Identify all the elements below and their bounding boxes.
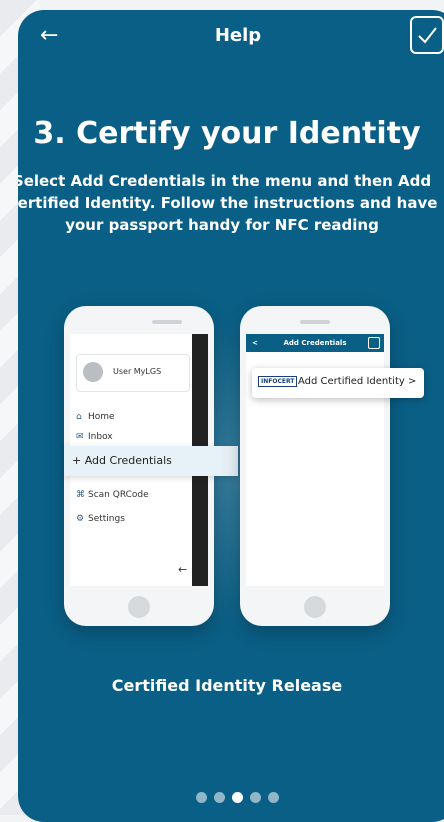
mockup-header: < Add Credentials [246, 334, 384, 352]
plus-icon: + [72, 454, 85, 467]
help-screen: ← Help 3. Certify your Identity Select A… [18, 10, 444, 822]
user-card: User MyLGS [76, 354, 190, 392]
checkbox-icon [368, 337, 380, 349]
page-dot-5[interactable] [268, 792, 279, 803]
menu-item-settings: ⚙ Settings [76, 514, 125, 524]
phone-speaker [300, 320, 330, 324]
option-label: Add Certified Identity > [298, 376, 417, 387]
back-arrow-small-icon: ← [178, 563, 188, 576]
phone-home-button [304, 596, 326, 618]
illustration: User MyLGS ⌂ Home ✉ Inbox ⌘ Scan QRCode ⚙ Se… [52, 292, 424, 652]
page-dot-1[interactable] [196, 792, 207, 803]
chevron-left-icon: < [252, 339, 258, 347]
home-icon: ⌂ [76, 412, 82, 422]
menu-item-home: ⌂ Home [76, 412, 115, 422]
certified-identity-option: INFOCERT Add Certified Identity > [252, 368, 424, 398]
phone-home-button [128, 596, 150, 618]
menu-item-add-credentials-highlight: + Add Credentials [64, 446, 238, 476]
phone-speaker [152, 320, 182, 324]
inbox-icon: ✉ [76, 432, 84, 442]
qrcode-icon: ⌘ [76, 490, 85, 500]
step-description: Select Add Credentials in the menu and t… [18, 172, 438, 234]
gear-icon: ⚙ [76, 514, 85, 524]
menu-item-inbox: ✉ Inbox [76, 432, 113, 442]
infocert-logo: INFOCERT [258, 376, 298, 387]
user-name: User MyLGS [113, 367, 162, 376]
page-dot-4[interactable] [250, 792, 261, 803]
page-dot-3[interactable] [232, 792, 243, 803]
caption: Certified Identity Release [111, 676, 343, 695]
page-dot-2[interactable] [214, 792, 225, 803]
page-title: Help [214, 25, 262, 46]
mockup-header-title: Add Credentials [283, 339, 347, 347]
step-heading: 3. Certify your Identity [33, 116, 421, 151]
avatar [83, 362, 103, 382]
top-bar: ← Help [18, 10, 444, 66]
checkbox-icon[interactable] [410, 16, 444, 54]
pagination-dots[interactable] [196, 792, 279, 803]
menu-item-scan-qrcode: ⌘ Scan QRCode [76, 490, 149, 500]
phone-credentials-mockup: < Add Credentials [240, 306, 390, 626]
